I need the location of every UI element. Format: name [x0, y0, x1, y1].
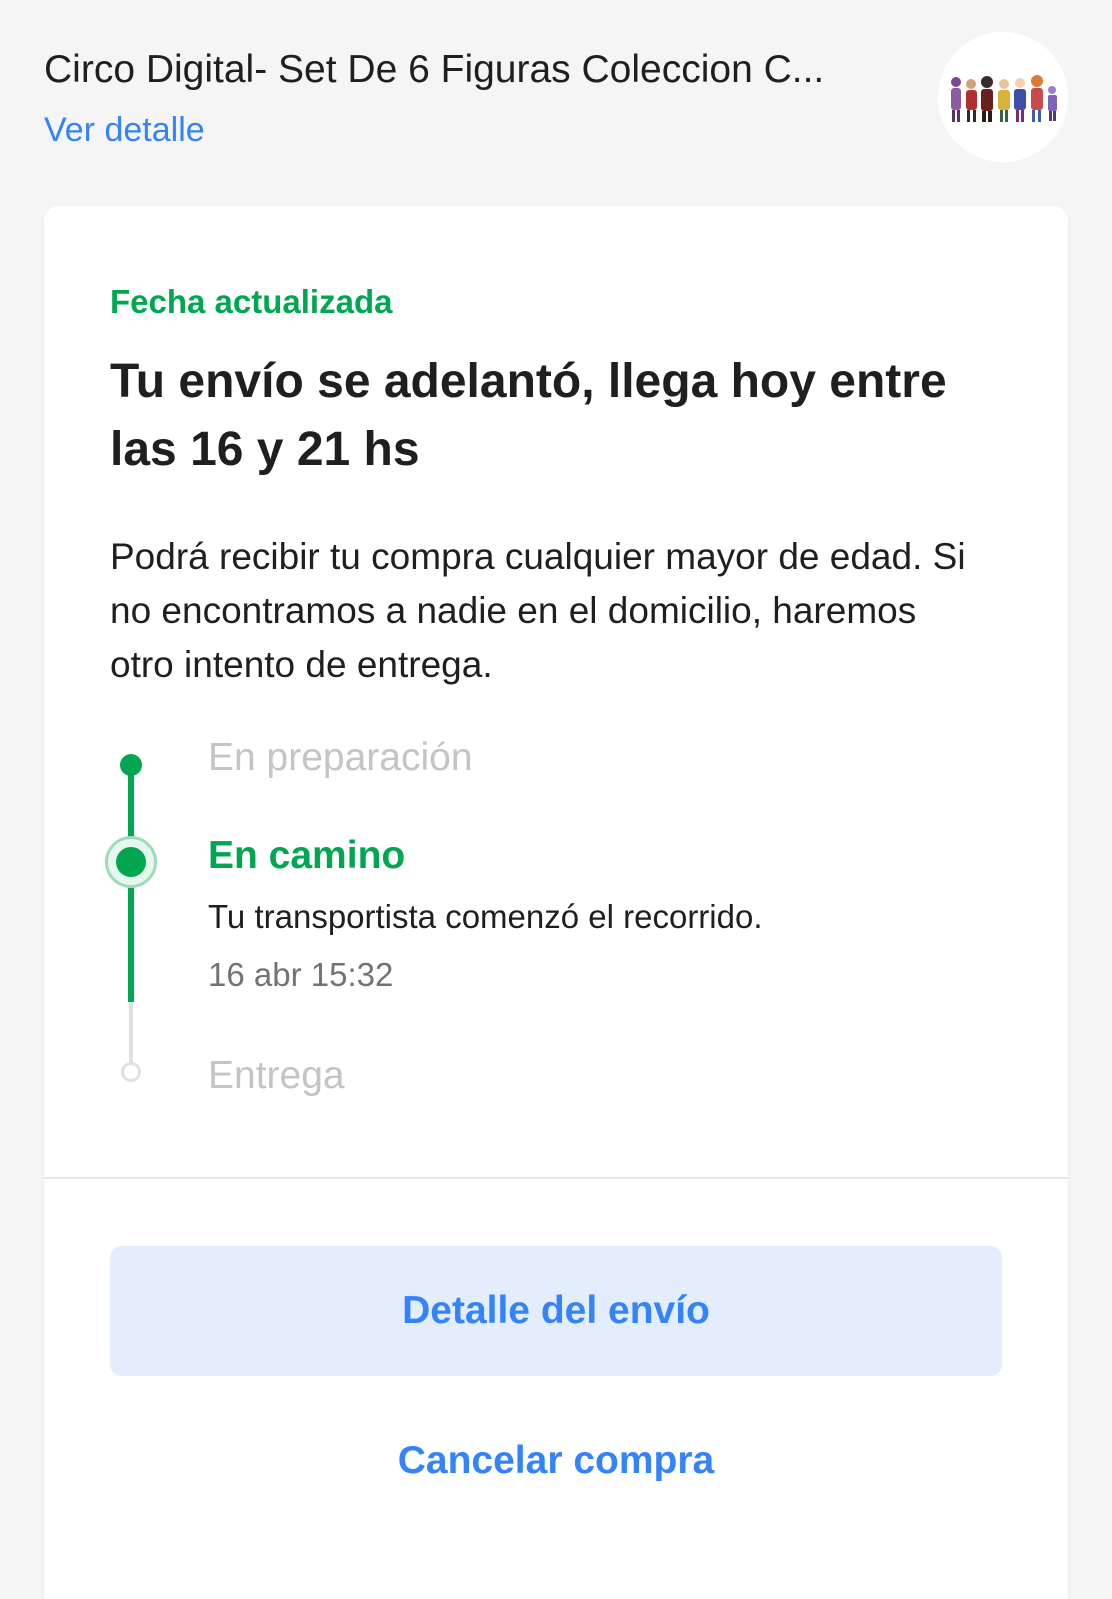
card-divider: [44, 1177, 1068, 1179]
shipment-description: Podrá recibir tu compra cualquier mayor …: [110, 536, 966, 685]
view-detail-link[interactable]: Ver detalle: [44, 108, 205, 152]
product-figures-image: [938, 32, 1068, 162]
step-timestamp: 16 abr 15:32: [208, 956, 394, 993]
step-label-preparation: En preparación: [208, 736, 473, 779]
shipment-timeline: En preparación En camino Tu transportist…: [44, 736, 1068, 1116]
step-detail-text: Tu transportista comenzó el recorrido.: [208, 898, 763, 935]
status-tag: Fecha actualizada: [110, 283, 393, 320]
step-current-dot-icon: [105, 836, 157, 888]
shipment-card: Fecha actualizada Tu envío se adelantó, …: [44, 206, 1068, 1599]
step-label-in-transit: En camino: [208, 834, 406, 877]
order-header: Circo Digital- Set De 6 Figuras Coleccio…: [0, 0, 1112, 200]
step-done-dot-icon: [120, 754, 142, 776]
shipment-headline: Tu envío se adelantó, llega hoy entre la…: [110, 355, 947, 476]
product-title: Circo Digital- Set De 6 Figuras Coleccio…: [44, 48, 825, 91]
step-pending-dot-icon: [121, 1062, 141, 1082]
cancel-purchase-button[interactable]: Cancelar compra: [110, 1406, 1002, 1516]
shipment-detail-button[interactable]: Detalle del envío: [110, 1246, 1002, 1376]
timeline-pending-line: [129, 1002, 133, 1070]
step-label-delivery: Entrega: [208, 1054, 345, 1097]
product-thumbnail[interactable]: [938, 32, 1068, 162]
